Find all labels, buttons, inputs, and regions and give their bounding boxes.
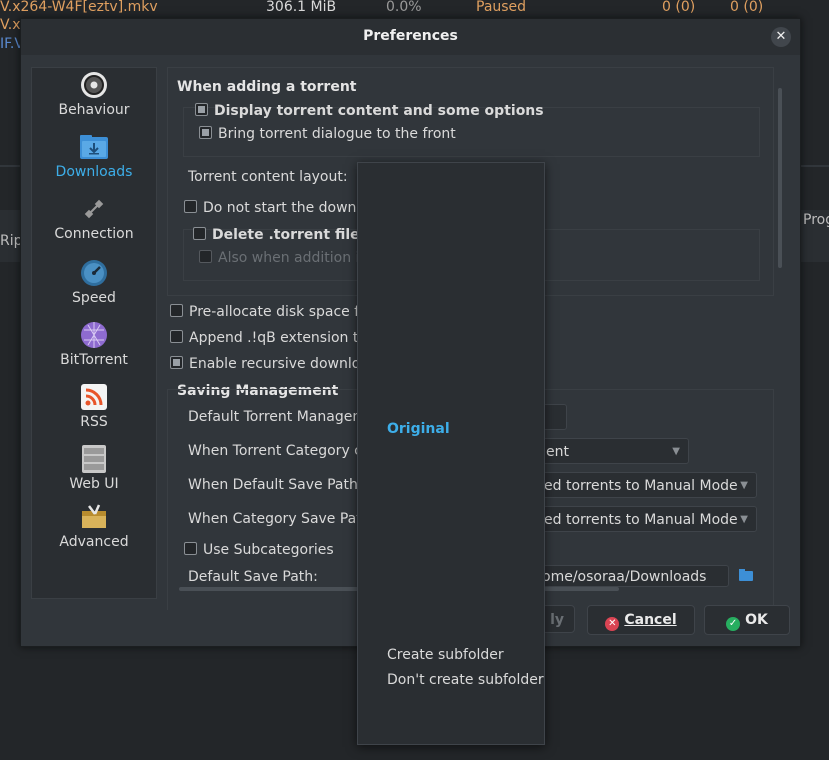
when-default-path-combo[interactable]: ed torrents to Manual Mode ▼ [537,472,757,498]
dialog-title: Preferences [363,28,458,44]
sidebar-item-downloads[interactable]: Downloads [32,132,156,180]
also-when-checkbox[interactable]: Also when addition is [199,250,367,266]
network-globe-icon [81,322,107,348]
chevron-down-icon: ▼ [740,514,748,525]
append-ext-checkbox[interactable]: Append .!qB extension to [170,330,367,346]
delete-torrent-checkbox[interactable]: Delete .torrent files [193,227,368,243]
default-save-path-input[interactable]: ome/osoraa/Downloads [537,565,729,587]
sidebar-item-webui[interactable]: Web UI [32,444,156,492]
sidebar-item-label: Advanced [59,534,129,550]
dropdown-option-create-subfolder[interactable]: Create subfolder [387,647,504,663]
when-category-path-label: When Category Save Path [188,511,371,527]
dropdown-option-no-subfolder[interactable]: Don't create subfolder [387,672,544,688]
checkbox-icon [195,103,208,116]
download-folder-icon [80,135,108,159]
sidebar-item-label: BitTorrent [60,352,128,368]
scrollbar-thumb[interactable] [778,88,782,268]
checkbox-label: Append .!qB extension to [189,330,367,346]
server-icon [82,445,106,473]
gear-icon [81,72,107,98]
plug-icon [84,199,104,219]
cancel-button[interactable]: ✕ Cancel [587,605,695,635]
checkbox-label: Use Subcategories [203,542,334,558]
torrent-seeds: 0 (0) [662,0,696,15]
sidebar-item-label: Speed [72,290,116,306]
cancel-icon: ✕ [605,617,620,631]
combo-value: ent [546,444,569,460]
checkbox-icon [170,304,183,317]
display-content-checkbox[interactable]: Display torrent content and some options [195,103,544,119]
checkbox-icon [170,330,183,343]
toolbox-icon [82,504,106,528]
dropdown-option-original[interactable]: Original [387,421,450,437]
checkbox-icon [184,542,197,555]
checkbox-icon [170,356,183,369]
checkbox-label: Pre-allocate disk space fo [189,304,368,320]
close-button[interactable]: ✕ [771,27,791,47]
checkbox-label: Do not start the downl [203,200,361,216]
preallocate-checkbox[interactable]: Pre-allocate disk space fo [170,304,368,320]
content-layout-dropdown: Original Create subfolder Don't create s… [357,162,545,745]
when-category-path-combo[interactable]: ed torrents to Manual Mode ▼ [537,506,757,532]
background-right-text: Prog [803,212,829,228]
recursive-checkbox[interactable]: Enable recursive downlo [170,356,360,372]
sidebar-item-rss[interactable]: RSS [32,382,156,430]
default-mgmt-label: Default Torrent Managem [188,409,366,425]
bring-front-checkbox[interactable]: Bring torrent dialogue to the front [199,126,456,142]
torrent-name: V.x264-W4F[eztv].mkv [0,0,158,15]
checkbox-icon [199,126,212,139]
checkbox-label: Bring torrent dialogue to the front [218,126,456,142]
folder-browse-icon[interactable] [739,569,753,581]
sidebar-item-connection[interactable]: Connection [32,194,156,242]
ok-button[interactable]: ✓ OK [704,605,790,635]
when-category-combo[interactable]: ent ▼ [537,438,689,464]
checkbox-label: Enable recursive downlo [189,356,361,372]
use-subcategories-checkbox[interactable]: Use Subcategories [184,542,334,558]
combo-value: ed torrents to Manual Mode [544,512,738,528]
chevron-down-icon: ▼ [672,446,680,457]
default-save-path-label: Default Save Path: [188,569,318,585]
sidebar-item-label: Downloads [55,164,133,180]
checkbox-icon [193,227,206,240]
vertical-scrollbar[interactable] [776,74,784,584]
sidebar-item-label: Behaviour [58,102,130,118]
combo-value: ed torrents to Manual Mode [544,478,738,494]
checkbox-label: Display torrent content and some options [214,103,544,119]
chevron-down-icon: ▼ [740,480,748,491]
sidebar-item-advanced[interactable]: Advanced [32,502,156,550]
checkbox-icon [199,250,212,263]
do-not-start-checkbox[interactable]: Do not start the downl [184,200,360,216]
checkbox-label: Also when addition is [218,250,367,266]
sidebar-item-speed[interactable]: Speed [32,258,156,306]
when-default-path-label: When Default Save Path c [188,477,370,493]
sidebar-item-bittorrent[interactable]: BitTorrent [32,320,156,368]
content-layout-label: Torrent content layout: [188,169,348,185]
sidebar-item-label: Connection [54,226,134,242]
checkbox-label: Delete .torrent files [212,227,368,243]
torrent-status: Paused [476,0,527,15]
torrent-peers: 0 (0) [730,0,764,15]
dialog-titlebar: Preferences ✕ [21,19,800,55]
background-torrent-row: V.x264-W4F[eztv].mkv 306.1 MiB 0.0% Paus… [0,0,829,18]
torrent-progress: 0.0% [386,0,422,15]
torrent-size: 306.1 MiB [266,0,337,15]
checkbox-icon [184,200,197,213]
preferences-sidebar: Behaviour Downloads Connection Speed Bit… [31,67,157,599]
check-icon: ✓ [726,617,741,631]
sidebar-item-label: Web UI [69,476,119,492]
sidebar-item-behaviour[interactable]: Behaviour [32,70,156,118]
sidebar-item-label: RSS [80,414,108,430]
button-label: OK [745,612,768,628]
when-category-label: When Torrent Category c [188,443,362,459]
rss-icon [81,384,107,410]
button-label: Cancel [624,612,677,628]
speedometer-icon [81,260,107,286]
